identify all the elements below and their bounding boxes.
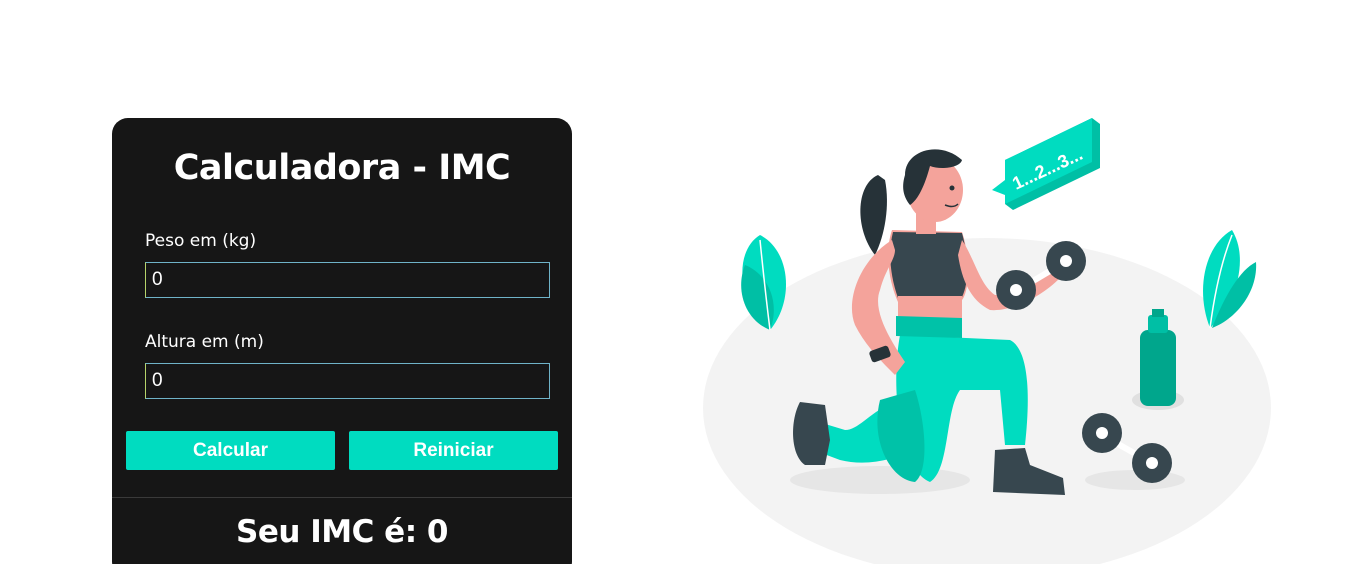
weight-label: Peso em (kg) [145,231,257,251]
height-label: Altura em (m) [145,332,264,352]
calculator-title: Calculadora - IMC [173,148,511,188]
fitness-woman-dumbbell-illustration-icon: 1...2...3... [703,118,1271,564]
card-divider [112,497,572,498]
imc-calculator-card: Calculadora - IMC Peso em (kg) Altura em… [112,118,572,564]
page: Calculadora - IMC Peso em (kg) Altura em… [0,0,1365,564]
floor-shadow [703,238,1271,564]
reset-button[interactable]: Reiniciar [349,431,558,470]
imc-result: Seu IMC é: 0 [236,514,448,550]
calculate-button[interactable]: Calcular [126,431,335,470]
right-plant-icon [1203,230,1257,329]
height-input[interactable] [145,363,550,399]
count-speech-bubble: 1...2...3... [992,118,1100,210]
weight-input[interactable] [145,262,550,298]
